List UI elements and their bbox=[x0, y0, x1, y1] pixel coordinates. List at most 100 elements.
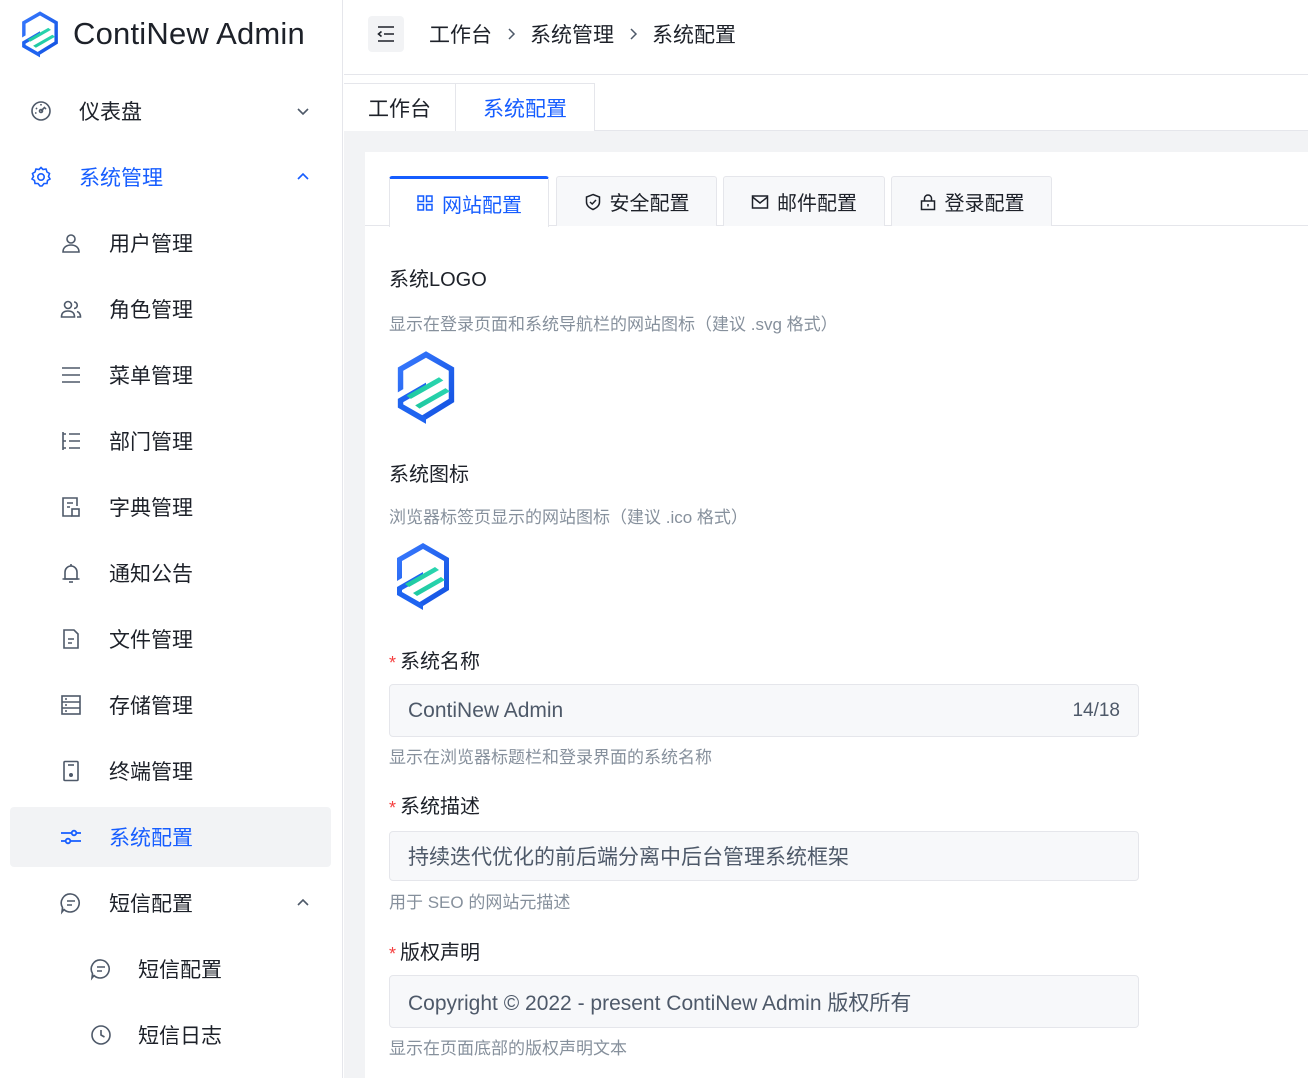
name-field-hint: 显示在浏览器标题栏和登录界面的系统名称 bbox=[389, 748, 712, 767]
sidebar-item-label: 系统管理 bbox=[79, 167, 163, 190]
sidebar-item-label: 字典管理 bbox=[109, 497, 193, 520]
required-mark: * bbox=[389, 653, 397, 673]
chevron-right-icon bbox=[508, 28, 516, 40]
gear-icon bbox=[28, 164, 54, 190]
sidebar-item-sms-config[interactable]: 短信配置 bbox=[10, 939, 331, 999]
terminal-device-icon bbox=[58, 758, 84, 784]
sidebar-item-system-management[interactable]: 系统管理 bbox=[10, 147, 331, 207]
sidebar-item-files[interactable]: 文件管理 bbox=[10, 609, 331, 669]
sidebar-item-label: 终端管理 bbox=[109, 761, 193, 784]
system-name-input[interactable]: ContiNew Admin 14/18 bbox=[389, 684, 1139, 737]
config-card: 网站配置 安全配置 邮件配置 登录配置 系统LOGO 显示在登录页面和系统导航栏… bbox=[365, 152, 1308, 1078]
grid-icon bbox=[417, 195, 433, 211]
field-label: 系统名称 bbox=[400, 651, 481, 673]
page-tabs-bar: 工作台 系统配置 bbox=[344, 76, 1308, 131]
dashboard-icon bbox=[28, 98, 54, 124]
user-icon bbox=[58, 230, 84, 256]
sidebar-item-users[interactable]: 用户管理 bbox=[10, 213, 331, 273]
menu-list-icon bbox=[58, 362, 84, 388]
sidebar-item-label: 部门管理 bbox=[109, 431, 193, 454]
app-name: ContiNew Admin bbox=[73, 16, 305, 51]
system-logo-image[interactable] bbox=[391, 348, 461, 426]
sidebar-item-terminals[interactable]: 终端管理 bbox=[10, 741, 331, 801]
sidebar-item-roles[interactable]: 角色管理 bbox=[10, 279, 331, 339]
storage-icon bbox=[58, 692, 84, 718]
main-content: 网站配置 安全配置 邮件配置 登录配置 系统LOGO 显示在登录页面和系统导航栏… bbox=[344, 131, 1308, 1078]
sidebar-item-label: 仪表盘 bbox=[79, 101, 142, 124]
message-icon bbox=[58, 890, 84, 916]
sliders-icon bbox=[58, 824, 84, 850]
tab-system-config[interactable]: 系统配置 bbox=[455, 83, 595, 131]
tab-workbench[interactable]: 工作台 bbox=[344, 83, 456, 131]
sidebar-item-menus[interactable]: 菜单管理 bbox=[10, 345, 331, 405]
config-tabs: 网站配置 安全配置 邮件配置 登录配置 bbox=[365, 176, 1308, 227]
shield-icon bbox=[585, 193, 600, 210]
tab-label: 系统配置 bbox=[483, 97, 567, 121]
sidebar-item-notices[interactable]: 通知公告 bbox=[10, 543, 331, 603]
sidebar-item-label: 短信日志 bbox=[138, 1025, 222, 1048]
system-name-value: ContiNew Admin bbox=[408, 698, 564, 722]
bell-icon bbox=[58, 560, 84, 586]
description-field-title: * 系统描述 bbox=[389, 790, 480, 819]
chevron-up-icon bbox=[297, 898, 309, 906]
sidebar-item-dictionary[interactable]: 字典管理 bbox=[10, 477, 331, 537]
tab-login-config[interactable]: 登录配置 bbox=[891, 176, 1052, 226]
breadcrumb-item-current: 系统配置 bbox=[652, 24, 736, 47]
message-icon bbox=[88, 956, 114, 982]
sidebar-item-storage[interactable]: 存储管理 bbox=[10, 675, 331, 735]
sidebar-item-label: 通知公告 bbox=[109, 563, 193, 586]
sidebar-item-departments[interactable]: 部门管理 bbox=[10, 411, 331, 471]
copyright-input[interactable]: Copyright © 2022 - present ContiNew Admi… bbox=[389, 975, 1139, 1028]
system-description-input[interactable]: 持续迭代优化的前后端分离中后台管理系统框架 bbox=[389, 831, 1139, 881]
field-label: 版权声明 bbox=[400, 942, 481, 964]
dictionary-icon bbox=[58, 494, 84, 520]
chevron-down-icon bbox=[297, 108, 309, 116]
copyright-value: Copyright © 2022 - present ContiNew Admi… bbox=[408, 991, 912, 1015]
app-logo-icon bbox=[18, 9, 62, 59]
favicon-field-hint: 浏览器标签页显示的网站图标（建议 .ico 格式） bbox=[389, 508, 748, 527]
field-label: 系统描述 bbox=[400, 796, 481, 818]
chevron-right-icon bbox=[630, 28, 638, 40]
sidebar-item-label: 短信配置 bbox=[109, 893, 193, 916]
breadcrumb: 工作台 系统管理 系统配置 bbox=[429, 19, 736, 49]
tab-security-config[interactable]: 安全配置 bbox=[556, 176, 717, 226]
sidebar-item-dashboard[interactable]: 仪表盘 bbox=[10, 81, 331, 141]
sidebar-item-label: 文件管理 bbox=[109, 629, 193, 652]
system-favicon-image[interactable] bbox=[391, 540, 455, 612]
sidebar-item-label: 菜单管理 bbox=[109, 365, 193, 388]
tab-label: 登录配置 bbox=[944, 193, 1025, 215]
tab-label: 安全配置 bbox=[609, 193, 690, 215]
tab-website-config[interactable]: 网站配置 bbox=[389, 176, 549, 227]
sidebar-item-sms-log[interactable]: 短信日志 bbox=[10, 1005, 331, 1065]
collapse-sidebar-button[interactable] bbox=[368, 16, 404, 52]
required-mark: * bbox=[389, 798, 397, 818]
user-group-icon bbox=[58, 296, 84, 322]
breadcrumb-item[interactable]: 系统管理 bbox=[530, 19, 614, 49]
sidebar-item-label: 用户管理 bbox=[109, 233, 193, 256]
breadcrumb-item[interactable]: 工作台 bbox=[429, 19, 492, 49]
char-count: 14/18 bbox=[1072, 699, 1120, 721]
system-description-value: 持续迭代优化的前后端分离中后台管理系统框架 bbox=[408, 846, 849, 869]
sidebar-item-label: 短信配置 bbox=[138, 959, 222, 982]
logo-field-hint: 显示在登录页面和系统导航栏的网站图标（建议 .svg 格式） bbox=[389, 315, 838, 334]
copyright-field-hint: 显示在页面底部的版权声明文本 bbox=[389, 1039, 627, 1058]
lock-icon bbox=[920, 193, 935, 210]
sidebar: ContiNew Admin 仪表盘 系统管理 用户管理 角色管理 菜单管理 部… bbox=[0, 0, 343, 1078]
sidebar-item-label: 角色管理 bbox=[109, 299, 193, 322]
sidebar-item-sms-group[interactable]: 短信配置 bbox=[10, 873, 331, 933]
tab-mail-config[interactable]: 邮件配置 bbox=[723, 176, 885, 226]
tab-label: 网站配置 bbox=[442, 194, 522, 217]
sidebar-item-system-config[interactable]: 系统配置 bbox=[10, 807, 331, 867]
logo-field-title: 系统LOGO bbox=[389, 269, 487, 291]
history-icon bbox=[88, 1022, 114, 1048]
tree-list-icon bbox=[58, 428, 84, 454]
description-field-hint: 用于 SEO 的网站元描述 bbox=[389, 893, 571, 912]
tab-label: 工作台 bbox=[368, 97, 431, 121]
chevron-up-icon bbox=[297, 172, 309, 180]
top-header: 工作台 系统管理 系统配置 bbox=[344, 0, 1308, 75]
required-mark: * bbox=[389, 944, 397, 964]
mail-icon bbox=[751, 194, 769, 209]
favicon-field-title: 系统图标 bbox=[389, 464, 469, 486]
brand[interactable]: ContiNew Admin bbox=[18, 8, 305, 60]
copyright-field-title: * 版权声明 bbox=[389, 936, 480, 965]
